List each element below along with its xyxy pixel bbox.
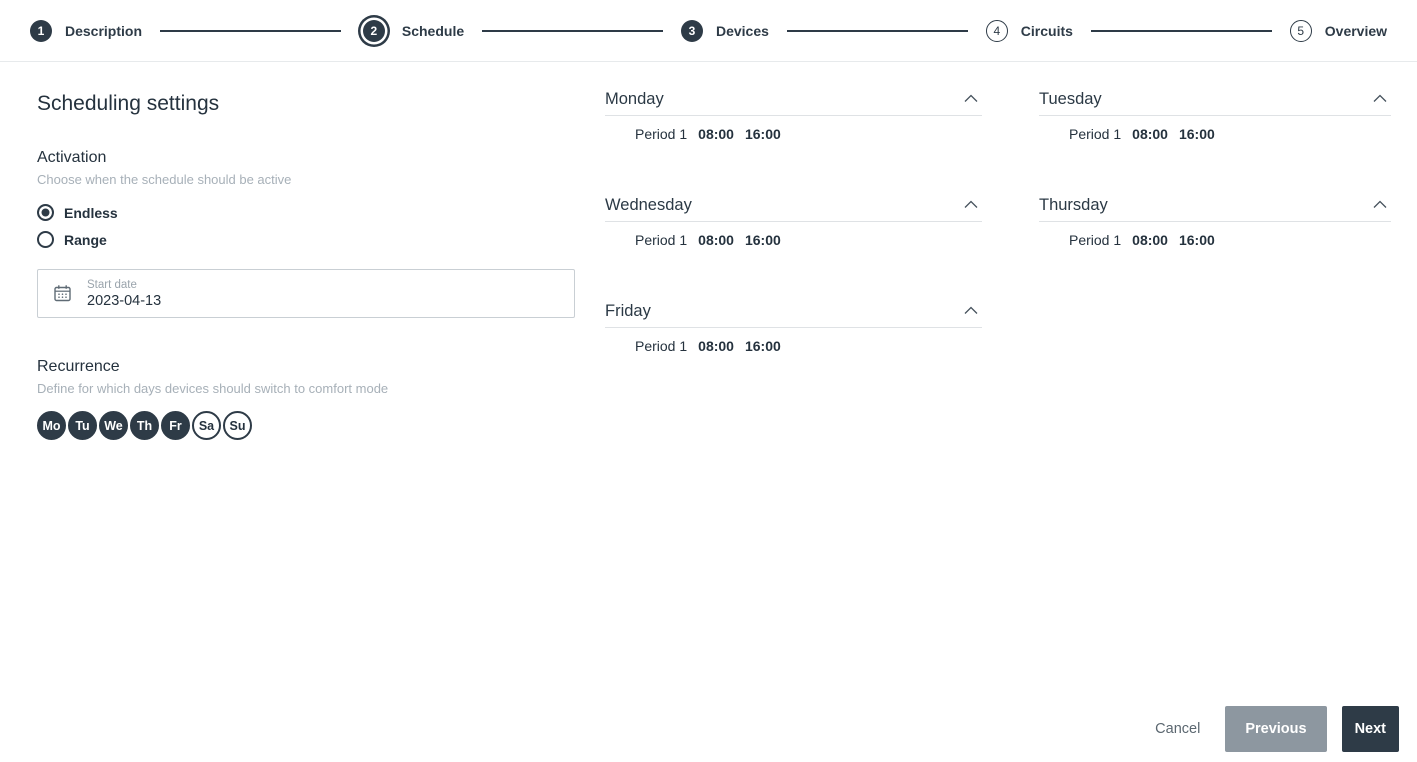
step-number: 4 [985,19,1008,42]
step-label: Overview [1324,22,1388,39]
day-schedule-grid: Monday Period 1 08:00 16:00 Tuesday Peri… [605,90,1391,354]
period-label: Period 1 [1069,232,1122,248]
page-title: Scheduling settings [37,92,220,115]
step-label: Circuits [1020,22,1073,39]
day-chip-sunday[interactable]: Su [223,411,252,440]
step-label: Schedule [401,22,465,39]
collapse-tuesday-button[interactable] [1369,92,1391,107]
period-row: Period 1 08:00 16:00 [635,126,982,142]
collapse-wednesday-button[interactable] [960,198,982,213]
collapse-monday-button[interactable] [960,92,982,107]
scheduling-settings-panel: Scheduling settings Activation Choose wh… [37,92,575,440]
period-end-time: 16:00 [1178,126,1215,142]
step-devices[interactable]: 3 Devices [680,19,769,42]
chevron-up-icon [962,198,980,213]
day-name: Tuesday [1039,90,1102,108]
day-chip-saturday[interactable]: Sa [192,411,221,440]
period-end-time: 16:00 [744,232,781,248]
day-panel-thursday: Thursday Period 1 08:00 16:00 [1039,196,1391,248]
collapse-thursday-button[interactable] [1369,198,1391,213]
period-label: Period 1 [635,232,688,248]
activation-section: Activation Choose when the schedule shou… [37,149,575,248]
start-date-label: Start date [87,278,137,291]
step-label: Devices [715,22,769,39]
step-schedule[interactable]: 2 Schedule [359,19,465,42]
period-row: Period 1 08:00 16:00 [1069,232,1391,248]
activation-radio-group: Endless Range [37,204,575,248]
period-end-time: 16:00 [744,126,781,142]
step-number: 2 [362,19,385,42]
step-number: 1 [30,19,52,42]
radio-unselected-icon[interactable] [37,231,54,248]
step-overview[interactable]: 5 Overview [1289,19,1388,42]
activation-heading: Activation [37,149,107,166]
day-panel-tuesday: Tuesday Period 1 08:00 16:00 [1039,90,1391,142]
period-start-time: 08:00 [698,338,734,354]
next-button[interactable]: Next [1341,706,1399,752]
period-start-time: 08:00 [1132,232,1168,248]
chevron-up-icon [962,92,980,107]
period-row: Period 1 08:00 16:00 [635,232,982,248]
recurrence-section: Recurrence Define for which days devices… [37,358,575,440]
step-number: 5 [1289,19,1312,42]
period-label: Period 1 [635,338,688,354]
recurrence-description: Define for which days devices should swi… [37,381,389,396]
chevron-up-icon [1371,92,1389,107]
radio-option-range[interactable]: Range [37,231,575,248]
day-chip-friday[interactable]: Fr [161,411,190,440]
step-circuits[interactable]: 4 Circuits [985,19,1073,42]
day-name: Thursday [1039,196,1108,214]
wizard-stepper: 1 Description 2 Schedule 3 Devices 4 Cir… [0,0,1417,62]
radio-label: Range [64,231,107,248]
period-label: Period 1 [1069,126,1122,142]
calendar-icon [53,284,72,303]
stepper-connector [482,29,663,32]
period-start-time: 08:00 [698,232,734,248]
day-panel-friday: Friday Period 1 08:00 16:00 [605,302,982,354]
step-label: Description [65,22,143,39]
day-chip-monday[interactable]: Mo [37,411,66,440]
period-label: Period 1 [635,126,688,142]
period-start-time: 08:00 [1132,126,1168,142]
period-end-time: 16:00 [1178,232,1215,248]
stepper-connector [160,29,341,32]
stepper-connector [786,29,968,32]
period-row: Period 1 08:00 16:00 [635,338,982,354]
start-date-field[interactable]: Start date 2023-04-13 [37,269,575,318]
day-chip-thursday[interactable]: Th [130,411,159,440]
activation-description: Choose when the schedule should be activ… [37,172,292,187]
step-description[interactable]: 1 Description [30,19,143,42]
recurrence-heading: Recurrence [37,358,120,375]
period-start-time: 08:00 [698,126,734,142]
day-chip-tuesday[interactable]: Tu [68,411,97,440]
day-panel-monday: Monday Period 1 08:00 16:00 [605,90,982,142]
step-number: 3 [680,19,703,42]
cancel-button[interactable]: Cancel [1145,706,1210,752]
radio-option-endless[interactable]: Endless [37,204,575,221]
start-date-value: 2023-04-13 [87,292,162,309]
day-chip-wednesday[interactable]: We [99,411,128,440]
day-name: Friday [605,302,651,320]
day-name: Monday [605,90,664,108]
chevron-up-icon [962,304,980,319]
chevron-up-icon [1371,198,1389,213]
previous-button[interactable]: Previous [1225,706,1327,752]
day-panel-wednesday: Wednesday Period 1 08:00 16:00 [605,196,982,248]
radio-label: Endless [64,204,118,221]
collapse-friday-button[interactable] [960,304,982,319]
recurrence-day-chips: Mo Tu We Th Fr Sa Su [37,411,575,440]
period-row: Period 1 08:00 16:00 [1069,126,1391,142]
radio-selected-icon[interactable] [37,204,54,221]
period-end-time: 16:00 [744,338,781,354]
day-name: Wednesday [605,196,692,214]
stepper-connector [1090,29,1272,32]
wizard-footer: Cancel Previous Next [1145,706,1399,752]
